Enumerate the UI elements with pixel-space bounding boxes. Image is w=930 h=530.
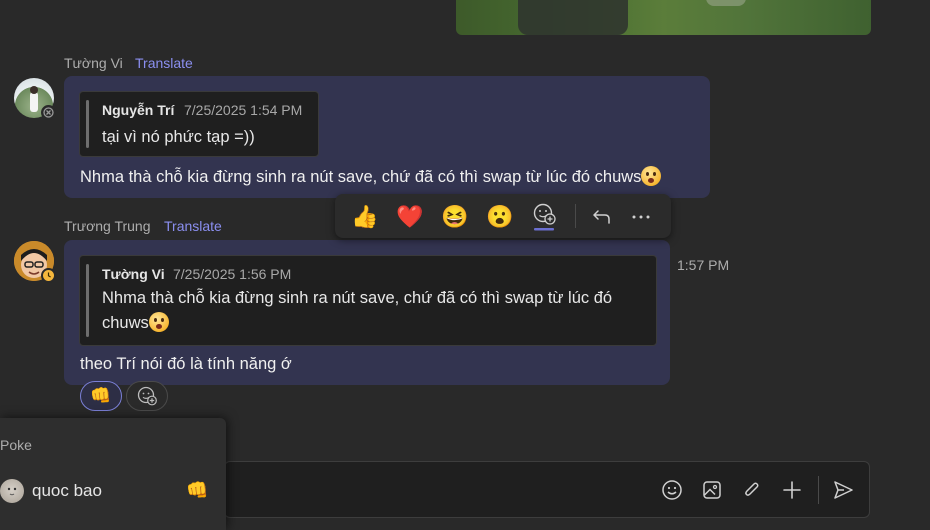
quoted-message[interactable]: Tường Vi 7/25/2025 1:56 PM Nhma thà chỗ … (79, 255, 657, 346)
reaction-details-panel: Poke quoc bao 👊 (0, 418, 226, 530)
translate-link[interactable]: Translate (164, 218, 222, 234)
flushed-emoji-icon (641, 166, 662, 186)
add-reaction-button[interactable] (126, 381, 168, 411)
quote-text: tại vì nó phức tạp =)) (102, 128, 255, 146)
reactor-name: quoc bao (32, 481, 102, 500)
surprised-reaction-button[interactable]: 😮 (486, 203, 514, 231)
message-compose-box[interactable] (224, 461, 870, 518)
sender-name: Tường Vi (64, 55, 123, 71)
message-timestamp: 1:57 PM (677, 257, 730, 273)
poke-reaction-chip[interactable]: 👊 (80, 381, 122, 411)
emoji-icon[interactable] (661, 479, 683, 501)
flushed-emoji-icon (148, 312, 169, 332)
add-reaction-icon[interactable] (531, 203, 559, 231)
status-away-icon (41, 268, 56, 283)
like-reaction-button[interactable]: 👍 (351, 203, 379, 231)
more-options-icon[interactable] (627, 203, 655, 231)
status-offline-icon (41, 105, 56, 120)
message-bubble[interactable]: Tường Vi 7/25/2025 1:56 PM Nhma thà chỗ … (64, 240, 670, 385)
message-bubble[interactable]: Nguyễn Trí 7/25/2025 1:54 PM tại vì nó p… (64, 76, 710, 198)
attach-icon[interactable] (741, 479, 763, 501)
add-reaction-icon (137, 386, 157, 406)
quote-time: 7/25/2025 1:56 PM (173, 266, 292, 282)
quote-text: Nhma thà chỗ kia đừng sinh ra nút save, … (102, 289, 613, 332)
panel-title: Poke (0, 437, 32, 453)
shared-image[interactable] (456, 0, 871, 35)
quote-author: Nguyễn Trí (102, 102, 175, 118)
message-text: Nhma thà chỗ kia đừng sinh ra nút save, … (80, 166, 662, 187)
reactor-reaction: 👊 (186, 480, 209, 500)
quoted-message[interactable]: Nguyễn Trí 7/25/2025 1:54 PM tại vì nó p… (79, 91, 319, 157)
reply-icon[interactable] (587, 203, 615, 231)
avatar[interactable] (0, 479, 24, 503)
heart-reaction-button[interactable]: ❤️ (396, 203, 424, 231)
message-text: theo Trí nói đó là tính năng ớ (80, 355, 292, 373)
laugh-reaction-button[interactable]: 😆 (441, 203, 469, 231)
translate-link[interactable]: Translate (135, 55, 193, 71)
image-icon[interactable] (701, 479, 723, 501)
sender-name: Trương Trung (64, 218, 151, 234)
send-icon[interactable] (832, 479, 854, 501)
quote-author: Tường Vi (102, 266, 165, 282)
reaction-toolbar: 👍 ❤️ 😆 😮 (335, 194, 671, 238)
quote-time: 7/25/2025 1:54 PM (184, 102, 303, 118)
plus-icon[interactable] (781, 479, 803, 501)
